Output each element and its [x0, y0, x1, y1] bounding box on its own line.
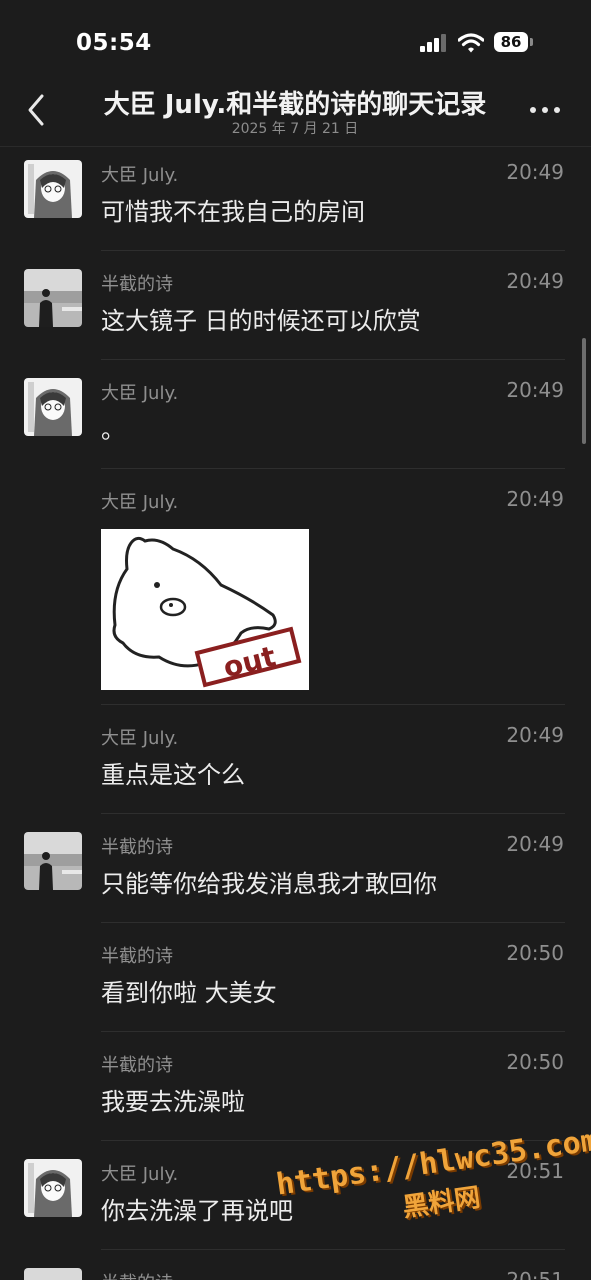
message-item[interactable]: 大臣 July. 20:49 可惜我不在我自己的房间 — [0, 148, 591, 251]
ellipsis-icon[interactable] — [528, 100, 562, 120]
divider — [101, 468, 565, 469]
sticker-image[interactable]: out — [101, 529, 309, 690]
message-time: 20:50 — [506, 1050, 564, 1074]
page-title: 大臣 July.和半截的诗的聊天记录 — [103, 90, 487, 120]
divider — [101, 704, 565, 705]
divider — [101, 1031, 565, 1032]
sender-name: 半截的诗 — [101, 274, 173, 295]
battery-tip — [530, 38, 533, 46]
message-item[interactable]: 半截的诗 20:49 这大镜子 日的时候还可以欣赏 — [0, 257, 591, 360]
divider — [101, 1140, 565, 1141]
message-item[interactable]: 半截的诗 20:51 — [0, 1256, 591, 1280]
message-item[interactable]: 半截的诗 20:50 我要去洗澡啦 — [0, 1038, 591, 1141]
sender-name: 半截的诗 — [101, 1055, 173, 1076]
man-by-sea-avatar[interactable] — [24, 1268, 82, 1280]
message-item[interactable]: 半截的诗 20:50 看到你啦 大美女 — [0, 929, 591, 1032]
sender-name: 半截的诗 — [101, 946, 173, 967]
nav-bar: 大臣 July.和半截的诗的聊天记录 2025 年 7 月 21 日 — [0, 80, 591, 147]
message-text[interactable]: 我要去洗澡啦 — [101, 1082, 245, 1117]
message-text[interactable]: 这大镜子 日的时候还可以欣赏 — [101, 301, 421, 336]
anime-girl-avatar[interactable] — [24, 160, 82, 218]
signal-icon — [420, 34, 448, 52]
message-text[interactable]: 重点是这个么 — [101, 755, 245, 790]
bear-sticker-icon: out — [101, 529, 309, 690]
message-time: 20:49 — [506, 487, 564, 511]
message-time: 20:49 — [506, 832, 564, 856]
divider — [101, 359, 565, 360]
message-text[interactable]: 可惜我不在我自己的房间 — [101, 192, 365, 227]
chevron-left-icon[interactable] — [22, 90, 52, 130]
status-time: 05:54 — [76, 30, 152, 56]
battery-icon: 86 — [494, 32, 528, 52]
man-by-sea-avatar[interactable] — [24, 269, 82, 327]
divider — [101, 813, 565, 814]
anime-girl-avatar[interactable] — [24, 1159, 82, 1217]
sender-name: 大臣 July. — [101, 728, 179, 749]
message-time: 20:51 — [506, 1268, 564, 1280]
message-item[interactable]: 大臣 July. 20:49 out — [0, 475, 591, 705]
divider — [101, 922, 565, 923]
chat-date: 2025 年 7 月 21 日 — [231, 121, 359, 137]
man-by-sea-avatar[interactable] — [24, 832, 82, 890]
message-time: 20:49 — [506, 269, 564, 293]
message-time: 20:49 — [506, 160, 564, 184]
message-item[interactable]: 大臣 July. 20:51 你去洗澡了再说吧 — [0, 1147, 591, 1250]
message-item[interactable]: 半截的诗 20:49 只能等你给我发消息我才敢回你 — [0, 820, 591, 923]
sender-name: 大臣 July. — [101, 165, 179, 186]
message-time: 20:51 — [506, 1159, 564, 1183]
divider — [101, 250, 565, 251]
sender-name: 大臣 July. — [101, 492, 179, 513]
message-text[interactable]: 只能等你给我发消息我才敢回你 — [101, 864, 437, 899]
divider — [101, 1249, 565, 1250]
sender-name: 半截的诗 — [101, 837, 173, 858]
message-time: 20:49 — [506, 378, 564, 402]
status-bar: 05:54 86 — [0, 0, 591, 80]
sender-name: 大臣 July. — [101, 1164, 179, 1185]
message-text[interactable]: 。 — [101, 410, 125, 445]
wifi-icon — [458, 33, 484, 53]
sender-name: 半截的诗 — [101, 1269, 173, 1280]
message-text[interactable]: 你去洗澡了再说吧 — [101, 1191, 293, 1226]
message-item[interactable]: 大臣 July. 20:49 重点是这个么 — [0, 711, 591, 814]
message-text[interactable]: 看到你啦 大美女 — [101, 973, 277, 1008]
anime-girl-avatar[interactable] — [24, 378, 82, 436]
message-time: 20:50 — [506, 941, 564, 965]
message-time: 20:49 — [506, 723, 564, 747]
sender-name: 大臣 July. — [101, 383, 179, 404]
message-item[interactable]: 大臣 July. 20:49 。 — [0, 366, 591, 469]
